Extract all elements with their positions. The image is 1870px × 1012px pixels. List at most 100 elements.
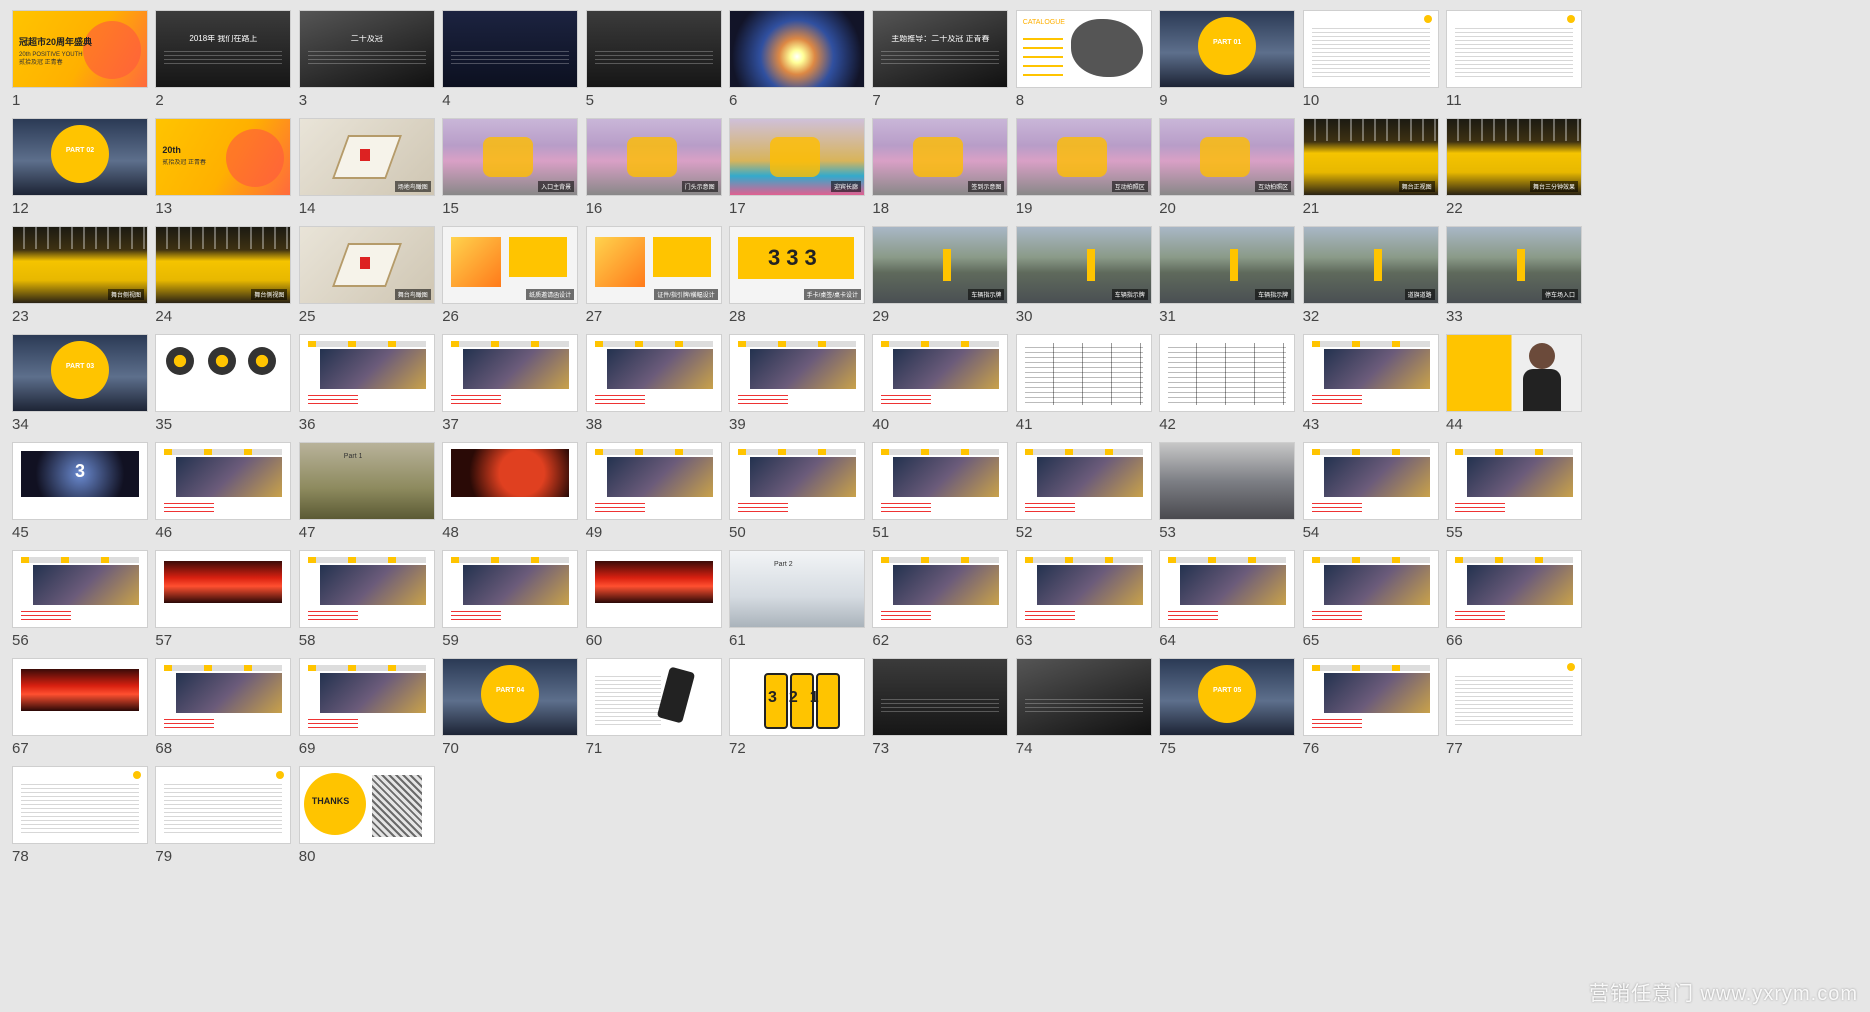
slide-thumbnail-76[interactable]: 76 <box>1302 658 1439 757</box>
slide-thumbnail-73[interactable]: 73 <box>872 658 1009 757</box>
slide-thumbnail-35[interactable]: 35 <box>155 334 292 433</box>
slide-thumbnail-79[interactable]: 79 <box>155 766 292 865</box>
slide-thumbnail-54[interactable]: 54 <box>1302 442 1439 541</box>
slide-thumbnail-56[interactable]: 56 <box>12 550 148 649</box>
slide-thumbnail-71[interactable]: 71 <box>585 658 722 757</box>
slide-thumbnail-60[interactable]: 60 <box>585 550 722 649</box>
slide-thumbnail-80[interactable]: THANKS 80 <box>298 766 435 865</box>
slide-preview <box>442 334 579 412</box>
slide-thumbnail-43[interactable]: 43 <box>1302 334 1439 433</box>
slide-thumbnail-10[interactable]: 10 <box>1302 10 1439 109</box>
slide-thumbnail-27[interactable]: 证件/指引牌/横幅设计 27 <box>585 226 722 325</box>
slide-thumbnail-62[interactable]: 62 <box>872 550 1009 649</box>
slide-thumbnail-59[interactable]: 59 <box>442 550 579 649</box>
slide-thumbnail-5[interactable]: 5 <box>585 10 722 109</box>
slide-thumbnail-39[interactable]: 39 <box>729 334 865 433</box>
slide-thumbnail-9[interactable]: PART 01 9 <box>1159 10 1296 109</box>
slide-number: 53 <box>1159 524 1176 541</box>
slide-thumbnail-37[interactable]: 37 <box>442 334 579 433</box>
slide-thumbnail-69[interactable]: 69 <box>298 658 435 757</box>
slide-caption: 舞台三分钟效果 <box>1529 181 1578 192</box>
slide-number: 64 <box>1159 632 1176 649</box>
slide-number: 18 <box>872 200 890 217</box>
slide-thumbnail-65[interactable]: 65 <box>1302 550 1439 649</box>
slide-thumbnail-48[interactable]: 48 <box>442 442 579 541</box>
slide-thumbnail-57[interactable]: 57 <box>155 550 292 649</box>
slide-sorter-grid: 冠超市20周年盛典 20th POSITIVE YOUTH 贰拾及冠 正青春 1 20… <box>0 0 1870 1012</box>
slide-thumbnail-19[interactable]: 互动拍照区 19 <box>1015 118 1152 217</box>
slide-thumbnail-22[interactable]: 舞台三分钟效果 22 <box>1446 118 1582 217</box>
slide-thumbnail-2[interactable]: 2018年 我们在路上 2 <box>155 10 292 109</box>
slide-preview <box>12 766 148 844</box>
slide-thumbnail-24[interactable]: 舞台侧视图 24 <box>155 226 292 325</box>
slide-thumbnail-47[interactable]: Part 1 47 <box>298 442 435 541</box>
slide-thumbnail-74[interactable]: 74 <box>1015 658 1152 757</box>
slide-thumbnail-42[interactable]: 42 <box>1159 334 1296 433</box>
slide-thumbnail-36[interactable]: 36 <box>298 334 435 433</box>
slide-number: 24 <box>155 308 173 325</box>
slide-thumbnail-15[interactable]: 入口主背景 15 <box>442 118 579 217</box>
slide-thumbnail-12[interactable]: PART 02 12 <box>12 118 148 217</box>
slide-number: 26 <box>442 308 459 325</box>
slide-thumbnail-14[interactable]: 场地鸟瞰图 14 <box>298 118 435 217</box>
slide-thumbnail-31[interactable]: 车辆指示牌 31 <box>1159 226 1296 325</box>
slide-thumbnail-23[interactable]: 舞台侧视图 23 <box>12 226 148 325</box>
slide-number: 79 <box>155 848 173 865</box>
slide-thumbnail-25[interactable]: 舞台鸟瞰图 25 <box>298 226 435 325</box>
slide-thumbnail-1[interactable]: 冠超市20周年盛典 20th POSITIVE YOUTH 贰拾及冠 正青春 1 <box>12 10 148 109</box>
slide-thumbnail-41[interactable]: 41 <box>1015 334 1152 433</box>
slide-preview <box>1015 442 1152 520</box>
slide-thumbnail-28[interactable]: 333 手卡/桌签/桌卡设计 28 <box>729 226 865 325</box>
slide-thumbnail-21[interactable]: 舞台正视图 21 <box>1302 118 1439 217</box>
slide-thumbnail-61[interactable]: Part 2 61 <box>729 550 865 649</box>
slide-preview: 冠超市20周年盛典 20th POSITIVE YOUTH 贰拾及冠 正青春 <box>12 10 148 88</box>
slide-thumbnail-8[interactable]: CATALOGUE 8 <box>1015 10 1152 109</box>
slide-thumbnail-40[interactable]: 40 <box>872 334 1009 433</box>
slide-thumbnail-72[interactable]: 321 72 <box>729 658 865 757</box>
slide-thumbnail-70[interactable]: PART 04 70 <box>442 658 579 757</box>
slide-thumbnail-45[interactable]: 3 45 <box>12 442 148 541</box>
slide-thumbnail-3[interactable]: 二十及冠 3 <box>298 10 435 109</box>
slide-thumbnail-20[interactable]: 互动拍照区 20 <box>1159 118 1296 217</box>
slide-thumbnail-55[interactable]: 55 <box>1446 442 1582 541</box>
slide-thumbnail-68[interactable]: 68 <box>155 658 292 757</box>
slide-thumbnail-46[interactable]: 46 <box>155 442 292 541</box>
slide-thumbnail-44[interactable]: 44 <box>1446 334 1582 433</box>
slide-thumbnail-18[interactable]: 签到示意图 18 <box>872 118 1009 217</box>
slide-thumbnail-52[interactable]: 52 <box>1015 442 1152 541</box>
slide-thumbnail-13[interactable]: 20th 贰拾及冠 正青春 13 <box>155 118 292 217</box>
slide-thumbnail-26[interactable]: 纸质邀请函设计 26 <box>442 226 579 325</box>
slide-preview <box>1302 550 1439 628</box>
slide-thumbnail-33[interactable]: 停车场入口 33 <box>1446 226 1582 325</box>
slide-text: Part 2 <box>774 561 793 568</box>
slide-number: 38 <box>585 416 603 433</box>
slide-thumbnail-64[interactable]: 64 <box>1159 550 1296 649</box>
slide-thumbnail-51[interactable]: 51 <box>872 442 1009 541</box>
slide-thumbnail-6[interactable]: 6 <box>729 10 865 109</box>
slide-number: 6 <box>729 92 738 109</box>
slide-thumbnail-66[interactable]: 66 <box>1446 550 1582 649</box>
slide-thumbnail-32[interactable]: 道旗道路 32 <box>1302 226 1439 325</box>
slide-thumbnail-53[interactable]: 53 <box>1159 442 1296 541</box>
slide-thumbnail-50[interactable]: 50 <box>729 442 865 541</box>
slide-thumbnail-58[interactable]: 58 <box>298 550 435 649</box>
slide-thumbnail-63[interactable]: 63 <box>1015 550 1152 649</box>
slide-preview <box>1015 658 1152 736</box>
slide-thumbnail-4[interactable]: 4 <box>442 10 579 109</box>
slide-thumbnail-11[interactable]: 11 <box>1446 10 1582 109</box>
slide-thumbnail-78[interactable]: 78 <box>12 766 148 865</box>
slide-thumbnail-30[interactable]: 车辆指示牌 30 <box>1015 226 1152 325</box>
slide-thumbnail-67[interactable]: 67 <box>12 658 148 757</box>
slide-thumbnail-34[interactable]: PART 03 34 <box>12 334 148 433</box>
slide-thumbnail-38[interactable]: 38 <box>585 334 722 433</box>
slide-preview: 车辆指示牌 <box>1015 226 1152 304</box>
slide-text: Part 1 <box>343 453 363 460</box>
slide-number: 36 <box>298 416 316 433</box>
slide-thumbnail-29[interactable]: 车辆指示牌 29 <box>872 226 1009 325</box>
slide-thumbnail-77[interactable]: 77 <box>1446 658 1582 757</box>
slide-thumbnail-7[interactable]: 主题推导：二十及冠 正青春 7 <box>872 10 1009 109</box>
slide-thumbnail-16[interactable]: 门头示意图 16 <box>585 118 722 217</box>
slide-thumbnail-17[interactable]: 迎宾长廊 17 <box>729 118 865 217</box>
slide-thumbnail-75[interactable]: PART 05 75 <box>1159 658 1296 757</box>
slide-thumbnail-49[interactable]: 49 <box>585 442 722 541</box>
